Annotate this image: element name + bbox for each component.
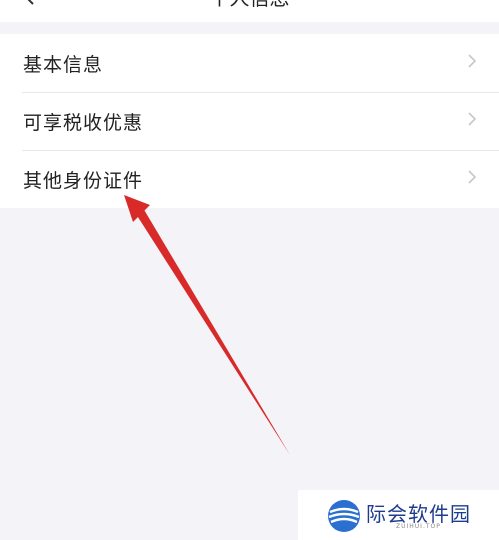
chevron-right-icon [468,170,477,184]
watermark-logo-icon [328,500,360,532]
info-menu: 基本信息 可享税收优惠 其他身份证件 [0,34,499,208]
menu-item-label: 可享税收优惠 [23,111,144,134]
menu-item-tax-benefits[interactable]: 可享税收优惠 [0,92,499,150]
menu-item-label: 其他身份证件 [23,169,144,192]
page-title: 个人信息 [0,0,499,10]
watermark: 际会软件园 ZUIHUI.TOP [298,490,499,540]
menu-item-label: 基本信息 [23,53,104,76]
watermark-subtitle: ZUIHUI.TOP [396,523,441,530]
chevron-right-icon [468,112,477,126]
menu-item-other-id[interactable]: 其他身份证件 [0,150,499,208]
chevron-right-icon [468,54,477,68]
section-gap [0,22,499,34]
nav-bar: 个人信息 [0,0,499,22]
screen: 个人信息 基本信息 可享税收优惠 其他身份证件 [0,0,499,540]
menu-item-basic-info[interactable]: 基本信息 [0,34,499,92]
